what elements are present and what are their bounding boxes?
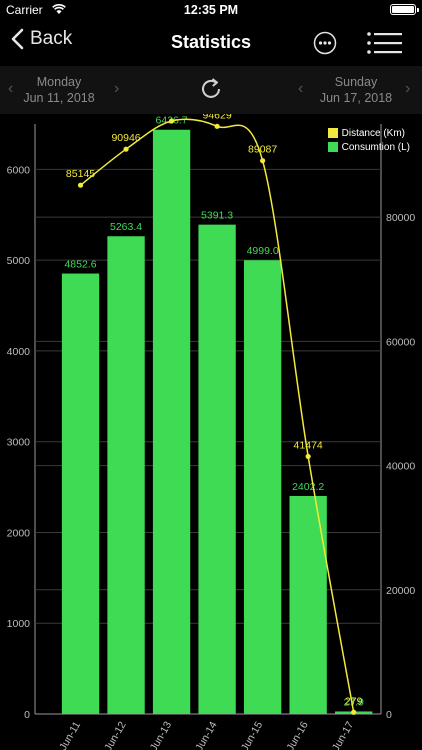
distance-data-label: 95487: [157, 114, 186, 116]
consumption-data-label: 2402.2: [292, 481, 324, 493]
next-start-chevron-icon[interactable]: ›: [114, 80, 119, 98]
consumption-data-label: 5263.4: [110, 221, 142, 233]
left-tick-label: 5000: [7, 255, 31, 267]
consumption-bar: [198, 224, 236, 714]
end-date: Jun 17, 2018: [319, 91, 393, 105]
legend-label-consumption: Consumtion (L): [341, 141, 410, 153]
left-tick-label: 3000: [7, 437, 31, 449]
page-title: Statistics: [170, 32, 252, 52]
battery-icon: [390, 4, 419, 15]
statistics-chart: 0100020003000400050006000020000400006000…: [7, 114, 416, 750]
left-tick-label: 2000: [7, 527, 31, 539]
consumption-data-label: 4852.6: [64, 259, 96, 271]
status-bar: Carrier 12:35 PM: [0, 0, 422, 20]
distance-point: [123, 146, 129, 152]
left-tick-label: 4000: [7, 346, 31, 358]
right-tick-label: 40000: [386, 461, 415, 473]
legend-swatch-consumption: [327, 142, 338, 152]
distance-point: [305, 453, 311, 460]
distance-data-label: 89087: [248, 144, 277, 156]
distance-point: [214, 123, 220, 129]
legend-item-distance: Distance (Km): [327, 126, 410, 140]
start-date-picker[interactable]: Monday Jun 11, 2018: [0, 74, 118, 106]
distance-point: [351, 709, 357, 715]
consumption-data-label: 4999.0: [247, 245, 279, 257]
x-tick-label: Jun-13: [148, 719, 175, 750]
x-tick-label: Jun-12: [102, 719, 129, 750]
refresh-icon[interactable]: [198, 76, 224, 102]
status-time: 12:35 PM: [183, 3, 239, 17]
x-tick-label: Jun-11: [57, 719, 83, 750]
x-tick-label: Jun-14: [193, 719, 220, 750]
date-range-bar: ‹ Monday Jun 11, 2018 › ‹ Sunday Jun 17,…: [0, 66, 422, 114]
consumption-bar: [243, 260, 282, 714]
consumption-bar: [61, 273, 100, 714]
start-date: Jun 11, 2018: [23, 91, 95, 105]
x-tick-label: Jun-17: [330, 719, 357, 750]
start-day: Monday: [36, 75, 82, 89]
more-icon[interactable]: [313, 31, 337, 55]
right-tick-label: 60000: [386, 336, 415, 348]
distance-point: [168, 118, 175, 124]
distance-point: [260, 158, 266, 164]
right-tick-label: 20000: [386, 585, 415, 597]
consumption-bar: [107, 236, 145, 714]
consumption-data-label: 5391.3: [201, 210, 233, 222]
left-tick-label: 1000: [7, 618, 31, 630]
end-date-picker[interactable]: Sunday Jun 17, 2018: [296, 74, 416, 106]
right-tick-label: 0: [386, 709, 392, 721]
menu-icon[interactable]: [366, 30, 402, 56]
distance-data-label: 90946: [111, 132, 140, 144]
legend-label-distance: Distance (Km): [341, 127, 405, 139]
distance-point: [77, 182, 84, 188]
x-tick-label: Jun-15: [239, 719, 266, 750]
distance-data-label: 279: [345, 695, 363, 707]
distance-data-label: 41474: [294, 439, 323, 451]
right-tick-label: 80000: [386, 212, 415, 224]
x-tick-label: Jun-16: [284, 719, 311, 750]
nav-bar: Back Statistics: [0, 20, 422, 66]
legend-item-consumption: Consumtion (L): [327, 140, 410, 154]
consumption-bar: [152, 129, 191, 714]
distance-data-label: 94629: [203, 114, 232, 121]
distance-data-label: 85145: [66, 168, 95, 180]
left-tick-label: 0: [24, 709, 30, 721]
left-tick-label: 6000: [7, 164, 31, 176]
chart-legend: Distance (Km) Consumtion (L): [327, 126, 410, 154]
end-day: Sunday: [334, 75, 378, 89]
next-end-chevron-icon[interactable]: ›: [405, 80, 410, 98]
legend-swatch-distance: [327, 128, 338, 138]
